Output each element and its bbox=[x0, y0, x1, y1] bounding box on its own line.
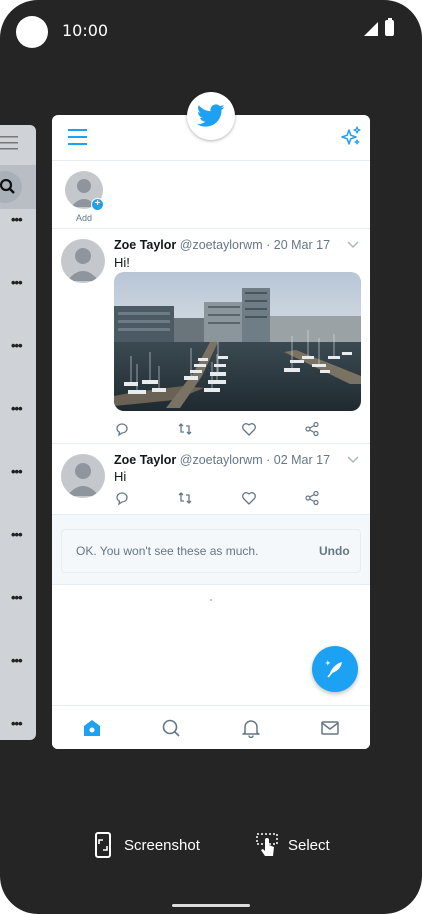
twitter-app-icon[interactable] bbox=[187, 92, 235, 140]
screenshot-button[interactable]: Screenshot bbox=[92, 828, 200, 862]
bottom-nav bbox=[52, 705, 370, 749]
sparkle-icon[interactable] bbox=[340, 126, 362, 148]
hamburger-icon bbox=[0, 136, 18, 150]
more-icon: ••• bbox=[11, 212, 23, 227]
avatar[interactable] bbox=[61, 454, 105, 498]
undo-button[interactable]: Undo bbox=[319, 544, 350, 558]
tweet[interactable]: Zoe Taylor @zoetaylorwm · 20 Mar 17 Hi! bbox=[52, 229, 370, 444]
select-label: Select bbox=[288, 836, 330, 854]
bell-icon[interactable] bbox=[241, 718, 261, 738]
phone-screen: 10:00 ••• ••• ••• ••• ••• ••• ••• ••• ••… bbox=[0, 0, 422, 914]
tweet-date: · 02 Mar 17 bbox=[266, 453, 331, 467]
tweet-header: Zoe Taylor @zoetaylorwm · 20 Mar 17 bbox=[114, 238, 330, 252]
retweet-icon[interactable] bbox=[177, 490, 193, 506]
home-gesture-bar[interactable] bbox=[172, 904, 250, 907]
compose-tweet-button[interactable] bbox=[312, 646, 358, 692]
select-button[interactable]: Select bbox=[256, 828, 330, 862]
search-icon bbox=[0, 179, 15, 194]
comment-icon[interactable] bbox=[114, 490, 130, 506]
tweet-handle: @zoetaylorwm bbox=[179, 238, 263, 252]
search-row bbox=[0, 165, 36, 209]
harbor-photo bbox=[114, 272, 361, 411]
undo-message: OK. You won't see these as much. bbox=[76, 544, 259, 558]
status-bar: 10:00 bbox=[0, 0, 422, 60]
fleets-bar: + Add bbox=[52, 161, 370, 229]
more-icon: ••• bbox=[11, 590, 23, 605]
tweet-photo[interactable] bbox=[114, 272, 361, 411]
search-icon[interactable] bbox=[161, 718, 181, 738]
select-touch-icon bbox=[256, 833, 278, 856]
chevron-down-icon[interactable] bbox=[347, 456, 359, 464]
share-icon[interactable] bbox=[304, 490, 320, 506]
more-icon: ••• bbox=[11, 401, 23, 416]
tweet-actions bbox=[114, 490, 320, 506]
more-icon: ••• bbox=[11, 464, 23, 479]
feather-icon bbox=[325, 660, 342, 678]
twitter-bird-icon bbox=[197, 104, 225, 127]
avatar[interactable] bbox=[61, 239, 105, 283]
more-icon: ••• bbox=[11, 275, 23, 290]
heart-icon[interactable] bbox=[241, 421, 257, 437]
mail-icon[interactable] bbox=[320, 718, 340, 738]
status-time: 10:00 bbox=[62, 21, 109, 40]
more-icon: ••• bbox=[11, 527, 23, 542]
tweet-author-name[interactable]: Zoe Taylor bbox=[114, 238, 176, 252]
comment-icon[interactable] bbox=[114, 421, 130, 437]
camera-cutout bbox=[16, 16, 48, 48]
loading-indicator bbox=[210, 599, 212, 601]
tweet-text: Hi! bbox=[114, 255, 130, 270]
heart-icon[interactable] bbox=[241, 490, 257, 506]
tweet-text: Hi bbox=[114, 469, 127, 484]
home-icon[interactable] bbox=[82, 718, 102, 738]
retweet-icon[interactable] bbox=[177, 421, 193, 437]
tweet-header: Zoe Taylor @zoetaylorwm · 02 Mar 17 bbox=[114, 453, 330, 467]
tweet-date: · 20 Mar 17 bbox=[266, 238, 331, 252]
previous-app-card[interactable]: ••• ••• ••• ••• ••• ••• ••• ••• ••• bbox=[0, 125, 36, 740]
fleet-add-label: Add bbox=[75, 213, 92, 223]
battery-icon bbox=[385, 18, 394, 36]
chevron-down-icon[interactable] bbox=[347, 241, 359, 249]
more-icon: ••• bbox=[11, 716, 23, 731]
phone-screenshot-icon bbox=[95, 832, 111, 858]
tweet-author-name[interactable]: Zoe Taylor bbox=[114, 453, 176, 467]
signal-icon bbox=[364, 22, 378, 36]
twitter-app-card[interactable]: + Add Zoe Taylor @zoetaylorwm · 20 Mar 1… bbox=[52, 115, 370, 749]
tweet[interactable]: Zoe Taylor @zoetaylorwm · 02 Mar 17 Hi bbox=[52, 444, 370, 515]
share-icon[interactable] bbox=[304, 421, 320, 437]
more-icon: ••• bbox=[11, 653, 23, 668]
more-icon: ••• bbox=[11, 338, 23, 353]
tweet-handle: @zoetaylorwm bbox=[179, 453, 263, 467]
undo-notice: OK. You won't see these as much. Undo bbox=[61, 529, 361, 573]
overview-actions: Screenshot Select bbox=[0, 828, 422, 862]
plus-icon[interactable]: + bbox=[91, 198, 104, 211]
screenshot-label: Screenshot bbox=[124, 836, 200, 854]
tweet-actions bbox=[114, 421, 320, 437]
hamburger-icon[interactable] bbox=[68, 129, 87, 145]
